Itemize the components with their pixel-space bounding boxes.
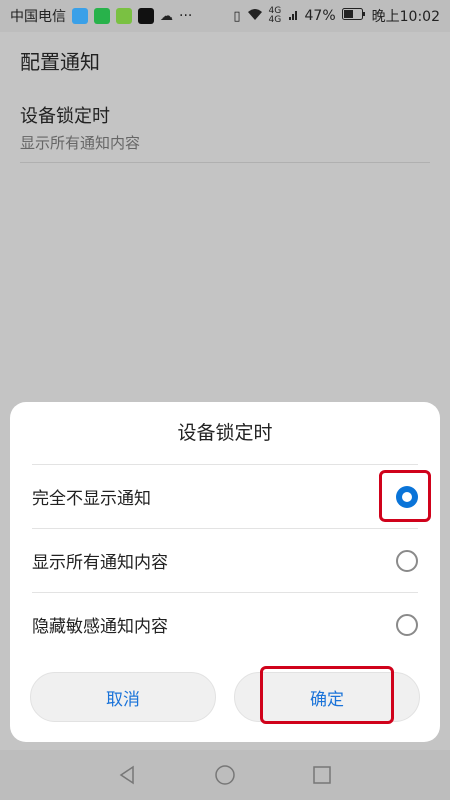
carrier-label: 中国电信 <box>10 9 66 25</box>
vibrate-icon: ▯ <box>233 8 241 24</box>
battery-percent: 47% <box>304 8 336 24</box>
back-icon[interactable] <box>118 765 138 785</box>
radio-unselected-icon[interactable] <box>396 613 418 636</box>
app-notification-icon <box>94 8 110 24</box>
setting-title: 设备锁定时 <box>20 106 110 127</box>
home-icon[interactable] <box>214 764 236 786</box>
navigation-bar <box>0 750 450 800</box>
dialog-title: 设备锁定时 <box>177 422 273 444</box>
app-bar: 配置通知 <box>0 32 450 88</box>
radio-unselected-icon[interactable] <box>396 549 418 572</box>
option-show-all[interactable]: 显示所有通知内容 <box>10 529 440 592</box>
status-bar-right: ▯ 4G 4G 47% 晚上10:02 <box>233 6 440 26</box>
wifi-icon <box>247 7 263 25</box>
highlight-box <box>379 470 431 522</box>
setting-item-lock-screen[interactable]: 设备锁定时 显示所有通知内容 <box>20 96 430 163</box>
network-label: 4G 4G <box>268 6 282 25</box>
status-bar: 中国电信 ☁ ··· ▯ 4G 4G 47% 晚上10:02 <box>0 0 450 32</box>
lock-screen-dialog: 设备锁定时 完全不显示通知 显示所有通知内容 隐藏敏感通知内容 取消 确定 <box>10 402 440 742</box>
status-bar-left: 中国电信 ☁ ··· <box>10 6 192 26</box>
page-title: 配置通知 <box>20 49 100 74</box>
option-label: 显示所有通知内容 <box>32 553 168 573</box>
app-notification-icon <box>116 8 132 24</box>
highlight-box <box>260 666 394 724</box>
signal-icon <box>288 8 299 24</box>
clock: 晚上10:02 <box>371 9 440 25</box>
app-notification-icon <box>72 8 88 24</box>
option-label: 完全不显示通知 <box>32 489 151 509</box>
battery-icon <box>341 8 366 24</box>
weibo-icon: ☁ <box>160 8 173 24</box>
recents-icon[interactable] <box>312 765 332 785</box>
setting-subtitle: 显示所有通知内容 <box>20 134 141 152</box>
option-label: 隐藏敏感通知内容 <box>32 617 168 637</box>
option-hide-sensitive[interactable]: 隐藏敏感通知内容 <box>10 593 440 656</box>
cancel-button[interactable]: 取消 <box>30 672 216 722</box>
more-notifications: ··· <box>179 8 193 24</box>
option-hide-all[interactable]: 完全不显示通知 <box>10 465 440 528</box>
tiktok-icon <box>138 8 154 24</box>
